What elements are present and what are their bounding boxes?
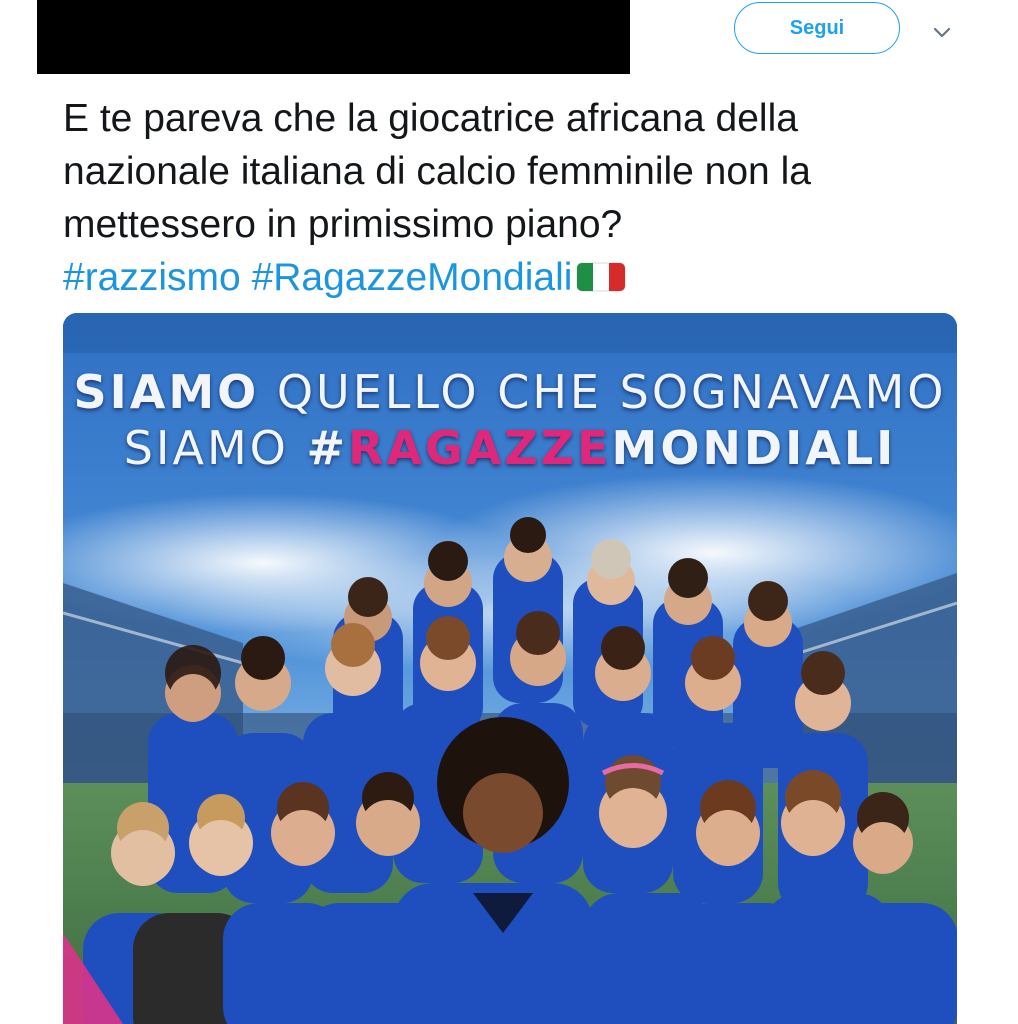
headline-bold-word: MONDIALI <box>611 421 897 475</box>
italy-flag-icon <box>576 262 626 292</box>
chevron-down-icon[interactable] <box>930 20 954 44</box>
headline-hash: # <box>306 421 349 475</box>
hashtag-line: #razzismo #RagazzeMondiali <box>63 251 963 304</box>
redacted-account-header <box>37 0 630 74</box>
media-headline-line1: SIAMO QUELLO CHE SOGNAVAMO <box>63 365 957 419</box>
headline-text: SIAMO <box>123 421 307 475</box>
follow-button[interactable]: Segui <box>734 2 900 54</box>
headline-text: QUELLO CHE SOGNAVAMO <box>259 365 947 419</box>
tweet-text: E te pareva che la giocatrice africana d… <box>63 92 963 304</box>
headline-pink-word: RAGAZZE <box>348 421 612 475</box>
headline-bold-word: SIAMO <box>73 365 260 419</box>
hashtag-razzismo[interactable]: #razzismo <box>63 256 241 299</box>
hashtag-ragazzemondiali[interactable]: #RagazzeMondiali <box>252 256 573 299</box>
tweet-text-line: nazionale italiana di calcio femminile n… <box>63 150 811 193</box>
tweet-text-line: mettessero in primissimo piano? <box>63 203 623 246</box>
team-photo-illustration <box>63 313 957 1024</box>
media-headline-line2: SIAMO #RAGAZZEMONDIALI <box>63 421 957 475</box>
tweet-text-line: E te pareva che la giocatrice africana d… <box>63 97 798 140</box>
tweet-media-image[interactable]: SIAMO QUELLO CHE SOGNAVAMO SIAMO #RAGAZZ… <box>63 313 957 1024</box>
